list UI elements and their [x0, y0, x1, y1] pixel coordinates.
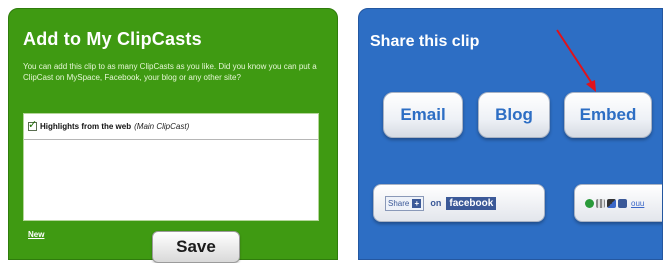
- checkmark-icon: ✓: [28, 118, 38, 131]
- embed-button[interactable]: Embed: [564, 92, 652, 138]
- list-item[interactable]: ✓ Highlights from the web (Main ClipCast…: [24, 114, 318, 140]
- add-to-clipcasts-panel: Add to My ClipCasts You can add this cli…: [8, 8, 338, 263]
- delicious-icon[interactable]: [607, 198, 616, 208]
- plus-icon: +: [412, 198, 422, 208]
- new-clipcast-link[interactable]: New: [28, 230, 44, 239]
- bookmark-service-icon[interactable]: [618, 198, 627, 208]
- clipcast-item-tag: (Main ClipCast): [134, 122, 190, 131]
- facebook-on-text: on: [430, 198, 442, 208]
- share-clip-panel: Share this clip Email Blog Embed Share +…: [358, 8, 663, 260]
- add-panel-description: You can add this clip to as many ClipCas…: [23, 62, 317, 82]
- facebook-logo: facebook: [446, 196, 497, 210]
- social-bookmark-widget[interactable]: ouu: [574, 184, 662, 222]
- facebook-share-label: Share: [388, 198, 410, 208]
- clipcast-item-label: Highlights from the web: [40, 122, 132, 131]
- save-button[interactable]: Save: [152, 231, 240, 263]
- facebook-share-widget[interactable]: Share + on facebook: [373, 184, 545, 222]
- bookmark-service-icon[interactable]: [585, 198, 594, 208]
- bookmark-service-icon[interactable]: [596, 198, 605, 208]
- bookmark-link[interactable]: ouu: [631, 199, 644, 208]
- blog-button[interactable]: Blog: [478, 92, 550, 138]
- clipcast-list: ✓ Highlights from the web (Main ClipCast…: [23, 113, 319, 221]
- facebook-share-button[interactable]: Share +: [385, 195, 425, 211]
- email-button[interactable]: Email: [383, 92, 463, 138]
- add-panel-title: Add to My ClipCasts: [23, 29, 202, 49]
- clipcast-checkbox[interactable]: ✓: [28, 118, 37, 131]
- share-panel-title: Share this clip: [370, 33, 480, 50]
